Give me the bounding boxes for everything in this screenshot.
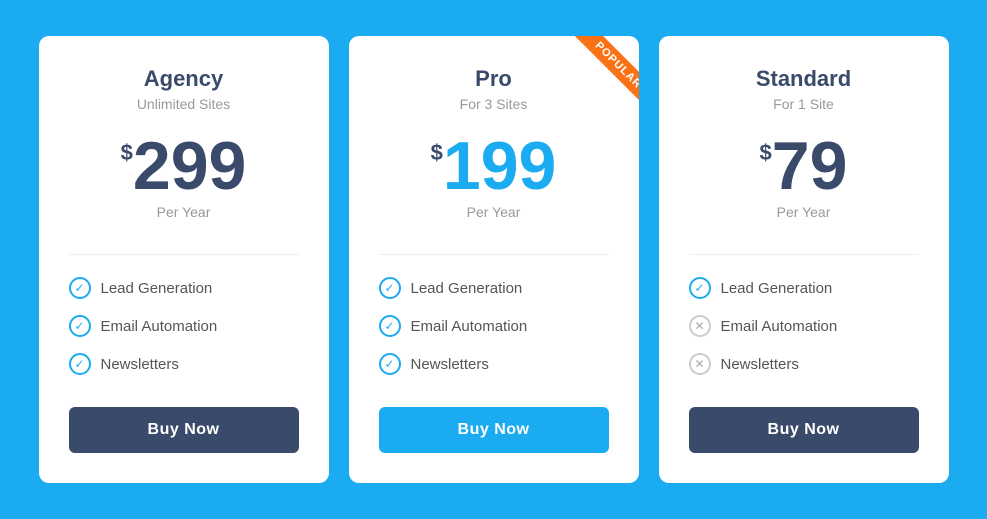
check-icon: ✓ (69, 353, 91, 375)
feature-label: Email Automation (721, 318, 838, 335)
feature-label: Email Automation (411, 318, 528, 335)
popular-badge: POPULAR (568, 36, 638, 100)
buy-now-button[interactable]: Buy Now (689, 407, 919, 453)
buy-now-button[interactable]: Buy Now (69, 407, 299, 453)
price-block: $ 299 (121, 132, 247, 200)
features-list: ✓ Lead Generation ✓ Email Automation ✓ N… (379, 269, 609, 383)
feature-item: ✓ Newsletters (69, 345, 299, 383)
buy-now-button[interactable]: Buy Now (379, 407, 609, 453)
plan-name: Standard (756, 66, 851, 92)
feature-item: ✓ Email Automation (379, 307, 609, 345)
divider (689, 254, 919, 255)
feature-label: Newsletters (101, 356, 179, 373)
plan-name: Pro (475, 66, 512, 92)
price-period: Per Year (467, 204, 521, 220)
feature-item: ✓ Lead Generation (69, 269, 299, 307)
x-icon: ✕ (689, 315, 711, 337)
feature-label: Newsletters (721, 356, 799, 373)
feature-label: Newsletters (411, 356, 489, 373)
check-icon: ✓ (379, 277, 401, 299)
price-block: $ 79 (760, 132, 848, 200)
price-dollar: $ (431, 140, 443, 166)
feature-item: ✓ Email Automation (69, 307, 299, 345)
price-number: 199 (443, 132, 556, 200)
check-icon: ✓ (379, 353, 401, 375)
price-dollar: $ (121, 140, 133, 166)
features-list: ✓ Lead Generation ✕ Email Automation ✕ N… (689, 269, 919, 383)
price-block: $ 199 (431, 132, 557, 200)
plan-subtitle: Unlimited Sites (137, 96, 230, 112)
feature-label: Lead Generation (721, 280, 833, 297)
feature-item: ✕ Email Automation (689, 307, 919, 345)
check-icon: ✓ (689, 277, 711, 299)
feature-label: Email Automation (101, 318, 218, 335)
divider (379, 254, 609, 255)
feature-label: Lead Generation (411, 280, 523, 297)
x-icon: ✕ (689, 353, 711, 375)
feature-item: ✓ Lead Generation (689, 269, 919, 307)
card-pro: POPULAR Pro For 3 Sites $ 199 Per Year ✓… (349, 36, 639, 483)
feature-label: Lead Generation (101, 280, 213, 297)
pricing-container: Agency Unlimited Sites $ 299 Per Year ✓ … (20, 36, 967, 483)
feature-item: ✓ Newsletters (379, 345, 609, 383)
features-list: ✓ Lead Generation ✓ Email Automation ✓ N… (69, 269, 299, 383)
price-number: 79 (772, 132, 848, 200)
plan-subtitle: For 3 Sites (460, 96, 528, 112)
plan-name: Agency (144, 66, 223, 92)
price-number: 299 (133, 132, 246, 200)
check-icon: ✓ (69, 277, 91, 299)
feature-item: ✕ Newsletters (689, 345, 919, 383)
feature-item: ✓ Lead Generation (379, 269, 609, 307)
divider (69, 254, 299, 255)
price-period: Per Year (157, 204, 211, 220)
card-agency: Agency Unlimited Sites $ 299 Per Year ✓ … (39, 36, 329, 483)
check-icon: ✓ (379, 315, 401, 337)
plan-subtitle: For 1 Site (773, 96, 834, 112)
card-standard: Standard For 1 Site $ 79 Per Year ✓ Lead… (659, 36, 949, 483)
price-period: Per Year (777, 204, 831, 220)
price-dollar: $ (760, 140, 772, 166)
check-icon: ✓ (69, 315, 91, 337)
